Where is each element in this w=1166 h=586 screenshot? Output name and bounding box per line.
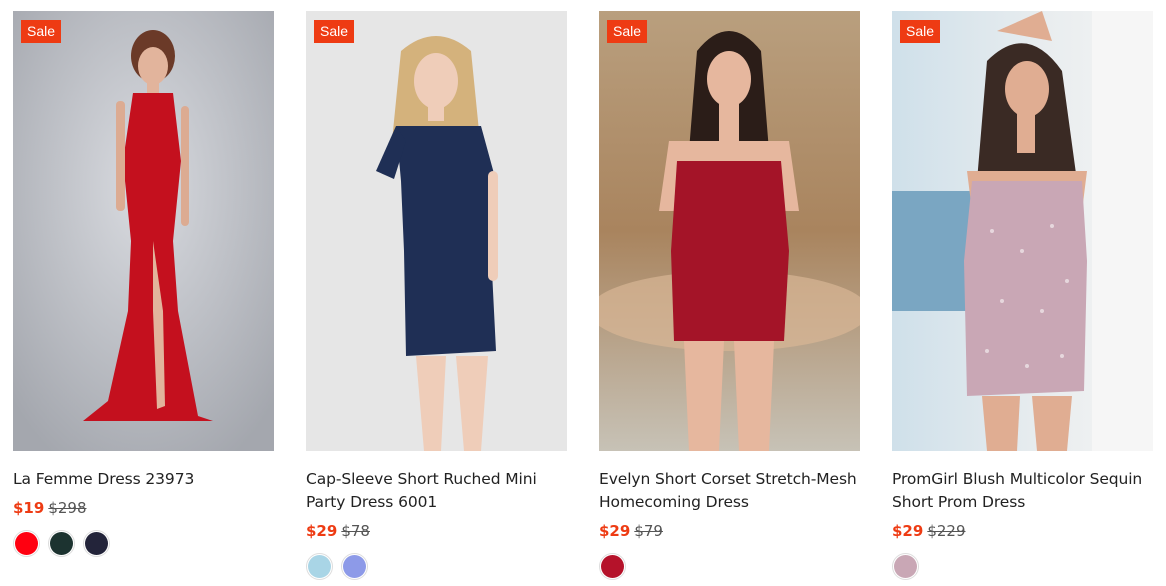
color-swatch-blush-multi[interactable]	[892, 553, 919, 580]
product-price: $19 $298	[13, 497, 274, 519]
color-swatch-green-sparkle[interactable]	[48, 530, 75, 557]
sale-badge: Sale	[21, 20, 62, 43]
color-swatches	[599, 553, 860, 580]
product-card[interactable]: Sale La Femme Dress 23973 $19 $298	[13, 11, 274, 557]
product-price: $29 $229	[892, 520, 1153, 542]
product-photo-navy-mini-dress	[306, 11, 567, 451]
original-price: $298	[48, 499, 87, 517]
product-price: $29 $78	[306, 520, 567, 542]
color-swatches	[306, 553, 567, 580]
color-swatch-navy[interactable]	[83, 530, 110, 557]
color-swatches	[13, 530, 274, 557]
product-image[interactable]: Sale	[599, 11, 860, 451]
sale-price: $29	[599, 522, 631, 540]
product-title[interactable]: La Femme Dress 23973	[13, 468, 274, 491]
sale-price: $29	[306, 522, 338, 540]
product-photo-burgundy-corset-dress	[599, 11, 860, 451]
sale-badge: Sale	[900, 20, 941, 43]
color-swatches	[892, 553, 1153, 580]
product-image[interactable]: Sale	[13, 11, 274, 451]
product-card[interactable]: Sale Cap-Sleeve Short Ruched Mini Party …	[306, 11, 567, 580]
color-swatch-burgundy[interactable]	[599, 553, 626, 580]
product-price: $29 $79	[599, 520, 860, 542]
product-card[interactable]: Sale Evelyn Short Corset Stretch-Mesh Ho…	[599, 11, 860, 580]
product-photo-sequin-dress	[892, 11, 1153, 451]
original-price: $229	[927, 522, 966, 540]
color-swatch-periwinkle[interactable]	[341, 553, 368, 580]
product-image[interactable]: Sale	[306, 11, 567, 451]
original-price: $79	[634, 522, 663, 540]
color-swatch-light-blue[interactable]	[306, 553, 333, 580]
product-title[interactable]: PromGirl Blush Multicolor Sequin Short P…	[892, 468, 1153, 514]
product-title[interactable]: Cap-Sleeve Short Ruched Mini Party Dress…	[306, 468, 567, 514]
sale-badge: Sale	[607, 20, 648, 43]
product-card[interactable]: Sale PromGirl Blush Multicolor Sequin Sh…	[892, 11, 1153, 580]
original-price: $78	[341, 522, 370, 540]
sale-badge: Sale	[314, 20, 355, 43]
product-image[interactable]: Sale	[892, 11, 1153, 451]
product-photo-red-gown	[13, 11, 274, 451]
product-title[interactable]: Evelyn Short Corset Stretch-Mesh Homecom…	[599, 468, 860, 514]
sale-price: $19	[13, 499, 45, 517]
color-swatch-red[interactable]	[13, 530, 40, 557]
sale-price: $29	[892, 522, 924, 540]
